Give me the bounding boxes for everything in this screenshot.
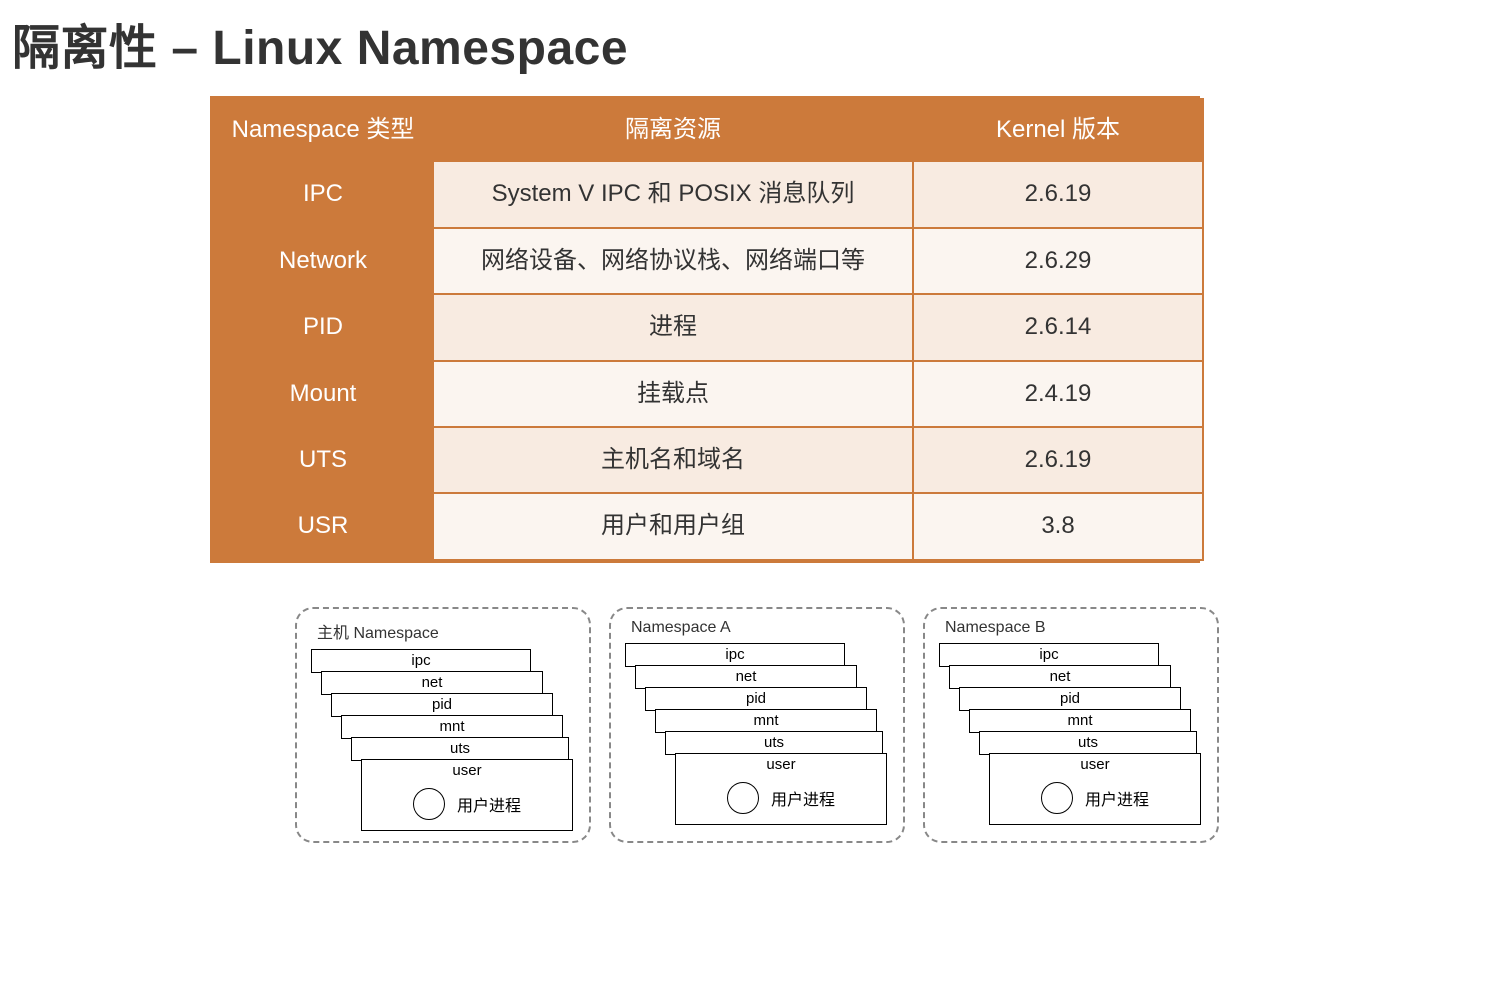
layer-label: pid <box>646 688 866 710</box>
cell-type: USR <box>213 493 433 559</box>
layer-uts: uts <box>979 731 1197 755</box>
user-process: 用户进程 <box>676 782 886 814</box>
process-circle-icon <box>413 788 445 820</box>
layer-label: mnt <box>656 710 876 732</box>
namespace-table: Namespace 类型 隔离资源 Kernel 版本 IPCSystem V … <box>210 96 1200 563</box>
layer-label: mnt <box>342 716 562 738</box>
layer-ipc: ipc <box>311 649 531 673</box>
cell-resource: 进程 <box>433 294 913 360</box>
process-circle-icon <box>1041 782 1073 814</box>
layer-uts: uts <box>351 737 569 761</box>
layer-label: user <box>990 754 1200 776</box>
namespace-box: 主机 Namespace ipcnetpidmntutsuser 用户进程 <box>295 607 591 843</box>
layer-label: net <box>322 672 542 694</box>
layer-net: net <box>949 665 1171 689</box>
process-circle-icon <box>727 782 759 814</box>
namespace-diagrams: 主机 Namespaceipcnetpidmntutsuser用户进程Names… <box>295 607 1502 843</box>
layer-pid: pid <box>959 687 1181 711</box>
namespace-box: Namespace B ipcnetpidmntutsuser 用户进程 <box>923 607 1219 843</box>
layer-label: user <box>676 754 886 776</box>
namespace-layer-stack: ipcnetpidmntutsuser 用户进程 <box>625 643 887 829</box>
layer-label: ipc <box>940 644 1158 666</box>
table-row: Network网络设备、网络协议栈、网络端口等2.6.29 <box>213 228 1203 294</box>
cell-type: PID <box>213 294 433 360</box>
process-label: 用户进程 <box>771 786 835 810</box>
cell-kernel: 2.6.19 <box>913 427 1203 493</box>
namespace-layer-stack: ipcnetpidmntutsuser 用户进程 <box>311 649 573 835</box>
header-type: Namespace 类型 <box>213 99 433 161</box>
layer-ipc: ipc <box>939 643 1159 667</box>
process-label: 用户进程 <box>457 792 521 816</box>
layer-label: net <box>636 666 856 688</box>
user-process: 用户进程 <box>990 782 1200 814</box>
layer-label: ipc <box>312 650 530 672</box>
table-header-row: Namespace 类型 隔离资源 Kernel 版本 <box>213 99 1203 161</box>
layer-mnt: mnt <box>655 709 877 733</box>
cell-type: UTS <box>213 427 433 493</box>
slide-title: 隔离性 – Linux Namespace <box>0 8 1502 78</box>
layer-user: user 用户进程 <box>989 753 1201 825</box>
cell-kernel: 2.4.19 <box>913 361 1203 427</box>
cell-resource: 挂载点 <box>433 361 913 427</box>
cell-type: Mount <box>213 361 433 427</box>
layer-label: uts <box>352 738 568 760</box>
table-row: USR用户和用户组3.8 <box>213 493 1203 559</box>
layer-mnt: mnt <box>969 709 1191 733</box>
namespace-box: Namespace A ipcnetpidmntutsuser 用户进程 <box>609 607 905 843</box>
namespace-box-title: Namespace B <box>939 619 1203 637</box>
layer-net: net <box>635 665 857 689</box>
cell-resource: 主机名和域名 <box>433 427 913 493</box>
layer-label: mnt <box>970 710 1190 732</box>
process-label: 用户进程 <box>1085 786 1149 810</box>
layer-label: user <box>362 760 572 782</box>
layer-label: uts <box>666 732 882 754</box>
layer-label: pid <box>960 688 1180 710</box>
cell-type: Network <box>213 228 433 294</box>
layer-user: user 用户进程 <box>361 759 573 831</box>
cell-resource: 用户和用户组 <box>433 493 913 559</box>
layer-label: uts <box>980 732 1196 754</box>
layer-label: ipc <box>626 644 844 666</box>
user-process: 用户进程 <box>362 788 572 820</box>
cell-type: IPC <box>213 161 433 227</box>
table-row: IPCSystem V IPC 和 POSIX 消息队列2.6.19 <box>213 161 1203 227</box>
cell-kernel: 3.8 <box>913 493 1203 559</box>
table-row: Mount挂载点2.4.19 <box>213 361 1203 427</box>
cell-resource: System V IPC 和 POSIX 消息队列 <box>433 161 913 227</box>
layer-label: net <box>950 666 1170 688</box>
table-row: UTS主机名和域名2.6.19 <box>213 427 1203 493</box>
table-row: PID进程2.6.14 <box>213 294 1203 360</box>
layer-net: net <box>321 671 543 695</box>
layer-pid: pid <box>331 693 553 717</box>
cell-kernel: 2.6.29 <box>913 228 1203 294</box>
layer-label: pid <box>332 694 552 716</box>
cell-resource: 网络设备、网络协议栈、网络端口等 <box>433 228 913 294</box>
layer-user: user 用户进程 <box>675 753 887 825</box>
layer-ipc: ipc <box>625 643 845 667</box>
namespace-box-title: Namespace A <box>625 619 889 637</box>
header-resource: 隔离资源 <box>433 99 913 161</box>
layer-mnt: mnt <box>341 715 563 739</box>
layer-uts: uts <box>665 731 883 755</box>
namespace-layer-stack: ipcnetpidmntutsuser 用户进程 <box>939 643 1201 829</box>
layer-pid: pid <box>645 687 867 711</box>
cell-kernel: 2.6.19 <box>913 161 1203 227</box>
namespace-box-title: 主机 Namespace <box>311 619 575 643</box>
header-kernel: Kernel 版本 <box>913 99 1203 161</box>
cell-kernel: 2.6.14 <box>913 294 1203 360</box>
